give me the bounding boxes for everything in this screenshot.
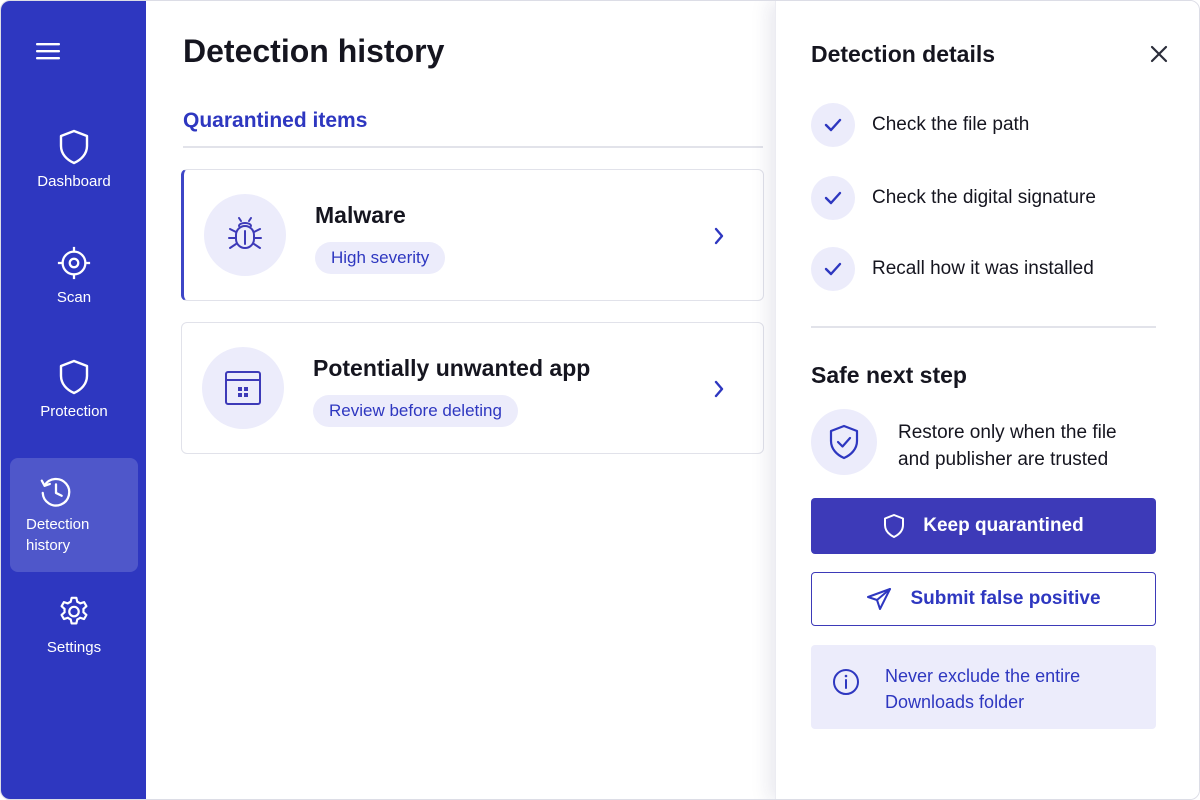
detection-card-pua[interactable]: Potentially unwanted app Review before d… xyxy=(181,322,764,454)
button-label: Submit false positive xyxy=(910,588,1101,609)
check-icon xyxy=(811,247,855,291)
section-title: Quarantined items xyxy=(183,109,368,132)
target-icon xyxy=(56,245,92,281)
button-label: Keep quarantined xyxy=(923,515,1084,536)
bug-icon xyxy=(204,194,286,276)
close-icon xyxy=(1150,45,1168,63)
sidebar: Dashboard Scan Protection Detection hist… xyxy=(1,1,146,799)
restore-advice: Restore only when the file and publisher… xyxy=(811,409,1138,475)
divider xyxy=(811,326,1156,328)
hamburger-icon xyxy=(36,43,60,60)
menu-button[interactable] xyxy=(34,37,62,65)
detection-details-panel: Detection details Check the file path Ch… xyxy=(775,1,1199,799)
restore-text: Restore only when the file and publisher… xyxy=(898,422,1117,470)
chevron-right-icon xyxy=(709,377,729,401)
shield-check-icon xyxy=(811,409,877,475)
checklist-item: Recall how it was installed xyxy=(811,247,1094,291)
main-content: Detection history Quarantined items Malw… xyxy=(146,1,776,799)
shield-icon xyxy=(56,129,92,165)
check-icon xyxy=(811,103,855,147)
chevron-right-icon xyxy=(709,224,729,248)
app-window: Dashboard Scan Protection Detection hist… xyxy=(0,0,1200,800)
history-icon xyxy=(38,474,74,510)
info-notice: Never exclude the entire Downloads folde… xyxy=(811,645,1156,729)
card-title: Malware xyxy=(315,202,406,228)
sidebar-item-label: Dashboard xyxy=(37,173,111,190)
checklist-text: Check the digital signature xyxy=(872,187,1096,208)
severity-badge: High severity xyxy=(315,242,446,274)
close-button[interactable] xyxy=(1147,42,1171,66)
sidebar-item-dashboard[interactable]: Dashboard xyxy=(10,129,138,192)
gear-icon xyxy=(56,595,92,631)
page-title: Detection history xyxy=(183,33,445,69)
info-icon xyxy=(831,667,861,697)
sidebar-item-label: Settings xyxy=(46,639,102,656)
review-badge: Review before deleting xyxy=(313,395,518,427)
detection-card-malware[interactable]: Malware High severity xyxy=(181,169,764,301)
sidebar-item-label: Scan xyxy=(56,289,92,306)
keep-quarantined-button[interactable]: Keep quarantined xyxy=(811,498,1156,554)
panel-title: Detection details xyxy=(811,41,996,67)
card-title: Potentially unwanted app xyxy=(313,355,591,381)
sidebar-item-label: Detection history xyxy=(26,516,90,554)
checklist-text: Recall how it was installed xyxy=(872,258,1094,279)
checklist-item: Check the file path xyxy=(811,103,1029,147)
sidebar-item-protection[interactable]: Protection xyxy=(10,359,138,422)
next-step-title: Safe next step xyxy=(811,362,967,388)
submit-false-positive-button[interactable]: Submit false positive xyxy=(811,572,1156,626)
checklist-item: Check the digital signature xyxy=(811,176,1096,220)
sidebar-item-scan[interactable]: Scan xyxy=(10,245,138,308)
check-icon xyxy=(811,176,855,220)
divider xyxy=(183,146,763,148)
sidebar-item-settings[interactable]: Settings xyxy=(10,595,138,658)
shield-icon xyxy=(56,359,92,395)
send-icon xyxy=(866,587,892,611)
checklist-text: Check the file path xyxy=(872,114,1030,135)
sidebar-item-label: Protection xyxy=(40,403,108,420)
shield-icon xyxy=(883,513,905,539)
app-window-icon xyxy=(202,347,284,429)
info-text: Never exclude the entire Downloads folde… xyxy=(885,666,1081,712)
sidebar-item-detection-history[interactable]: Detection history xyxy=(10,458,138,572)
